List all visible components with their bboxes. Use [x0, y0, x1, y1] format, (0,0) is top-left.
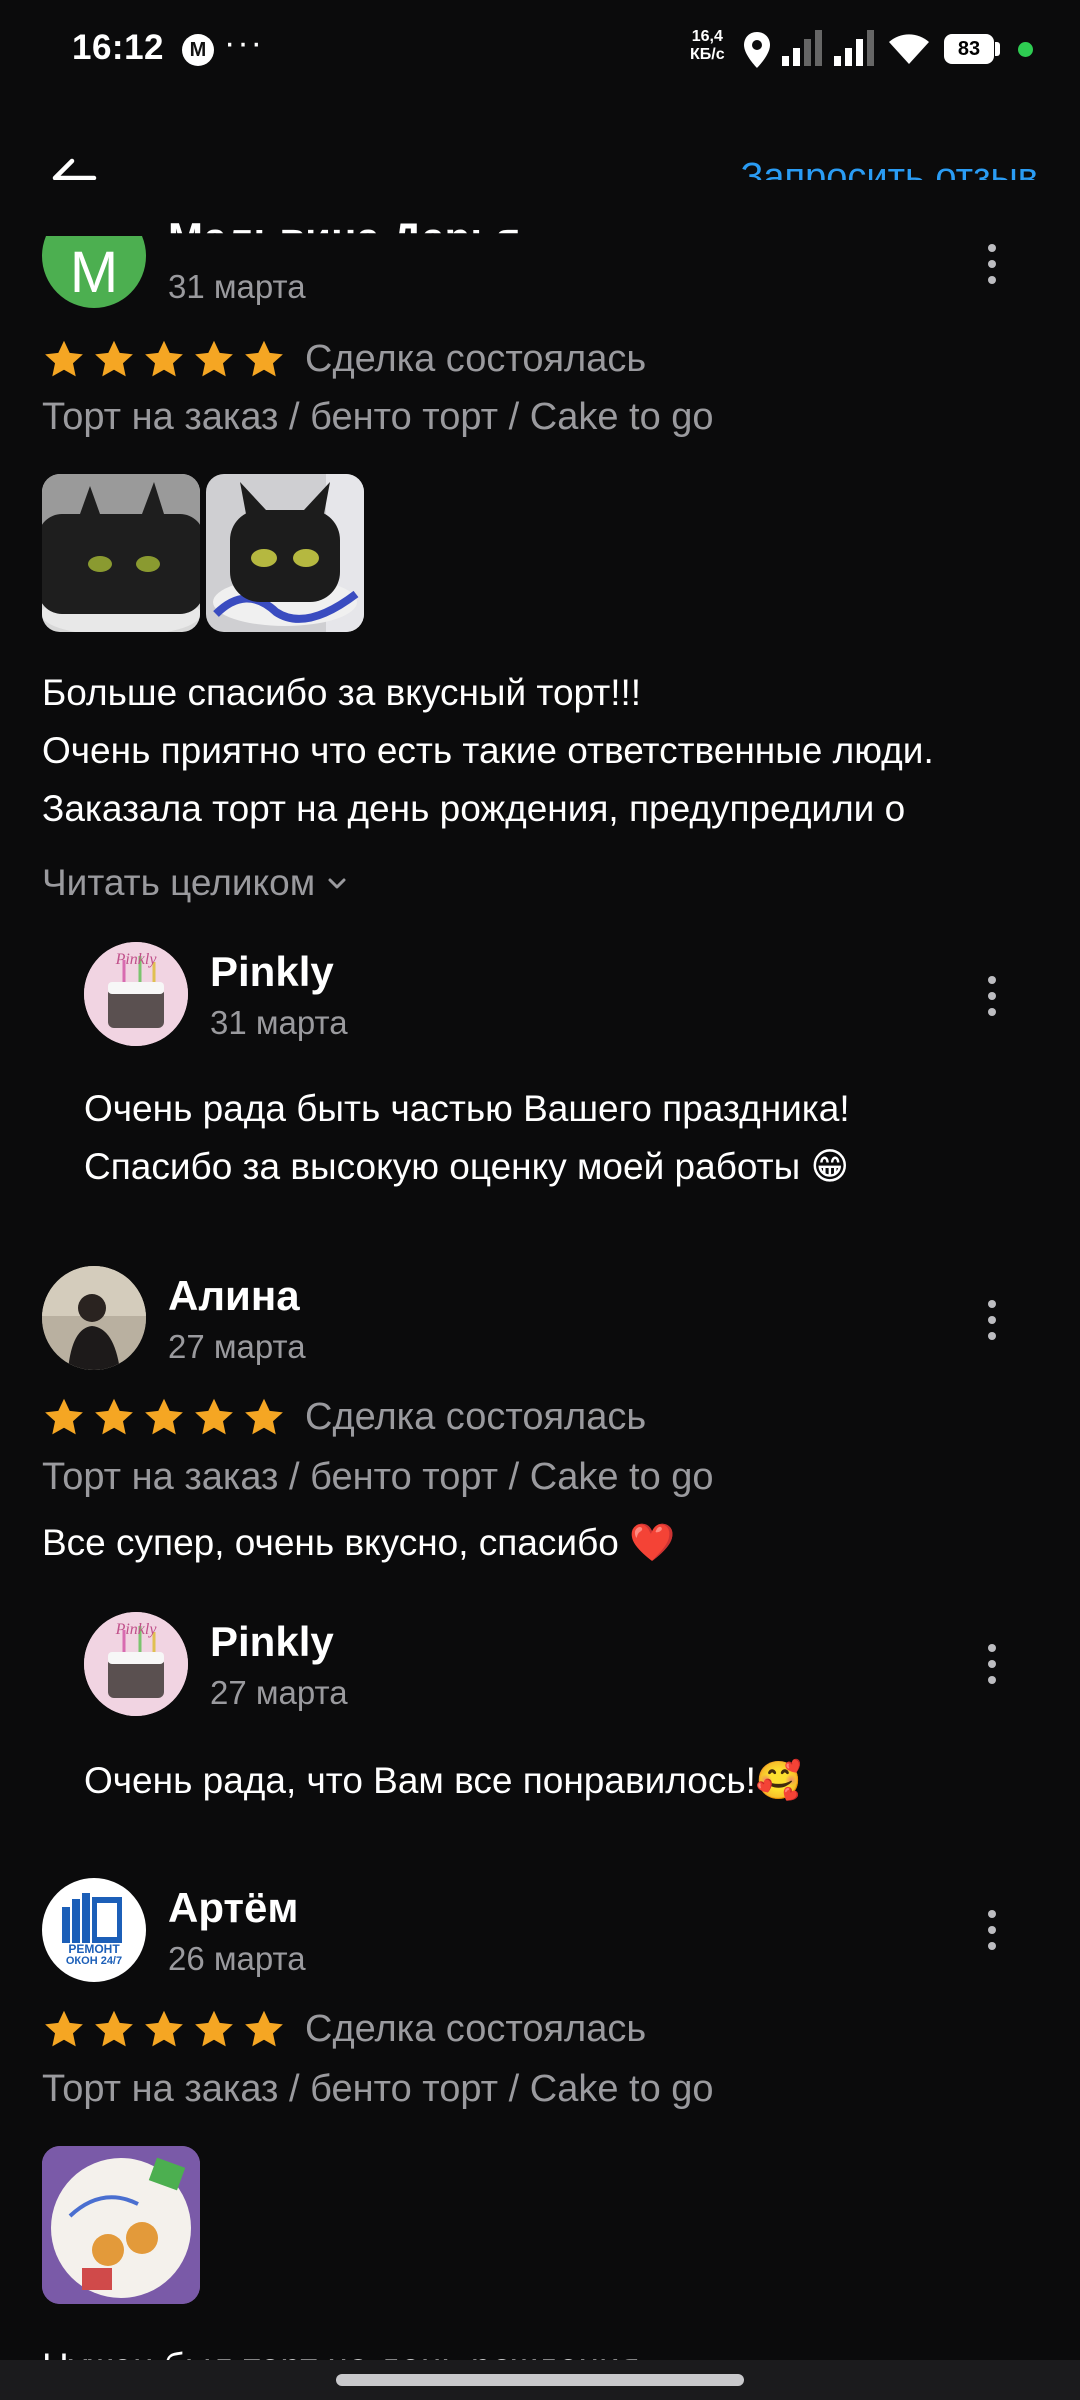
deal-status: Сделка состоялась: [305, 2008, 647, 2050]
reply-date: 27 марта: [210, 1674, 348, 1711]
user-photo-image: [42, 1266, 146, 1370]
product-title[interactable]: Торт на заказ / бенто торт / Cake to go: [42, 1456, 714, 1499]
more-notifications-icon: ···: [224, 24, 264, 62]
deal-status: Сделка состоялась: [305, 338, 647, 380]
star-icon: [145, 1398, 183, 1435]
cake-photo-image: [206, 474, 364, 632]
review-text: Все супер, очень вкусно, спасибо ❤️: [42, 1522, 676, 1563]
star-icon: [95, 1398, 133, 1435]
seller-avatar[interactable]: Pinkly: [84, 1612, 188, 1716]
signal-icon-sim2: [834, 30, 874, 66]
window-logo-icon: [62, 1893, 122, 1943]
product-title[interactable]: Торт на заказ / бенто торт / Cake to go: [42, 2068, 714, 2111]
star-icon: [145, 2010, 183, 2047]
more-vert-icon[interactable]: [972, 1900, 1012, 1960]
read-more-label: Читать целиком: [42, 862, 316, 903]
svg-text:Pinkly: Pinkly: [115, 1621, 158, 1638]
rating-stars: [42, 2008, 292, 2056]
seller-name[interactable]: Pinkly: [210, 948, 334, 996]
privacy-indicator-dot: [1018, 42, 1033, 57]
review-text-line: Заказала торт на день рождения, предупре…: [42, 788, 906, 829]
battery-cap: [995, 42, 1000, 56]
more-vert-icon[interactable]: [972, 1634, 1012, 1694]
battery-icon: 83: [944, 34, 994, 64]
review-photo[interactable]: [42, 2146, 200, 2304]
review-text-line: Больше спасибо за вкусный торт!!!: [42, 672, 642, 713]
wifi-icon: [889, 34, 929, 64]
cake-photo-image: [42, 2146, 200, 2304]
rating-stars: [42, 1396, 292, 1444]
status-time: 16:12: [72, 28, 165, 67]
gesture-handle[interactable]: [336, 2374, 744, 2386]
reply-date: 31 марта: [210, 1004, 348, 1041]
review-date: 27 марта: [168, 1328, 306, 1365]
star-icon: [145, 340, 183, 377]
location-icon: [744, 32, 770, 68]
more-vert-icon[interactable]: [972, 966, 1012, 1026]
carrier-badge: M: [182, 34, 214, 66]
avatar[interactable]: [42, 1266, 146, 1370]
star-icon: [245, 340, 283, 377]
reply-text-line: Спасибо за высокую оценку моей работы 😁: [84, 1146, 850, 1187]
read-more-button[interactable]: Читать целиком: [42, 862, 349, 904]
star-icon: [45, 1398, 83, 1435]
review-date: 31 марта: [168, 268, 306, 305]
avatar[interactable]: РЕМОНТ ОКОН 24/7: [42, 1878, 146, 1982]
star-icon: [45, 340, 83, 377]
star-icon: [95, 340, 133, 377]
network-speed-value: 16,4: [691, 28, 723, 45]
avatar-letter: М: [69, 240, 119, 305]
star-icon: [245, 2010, 283, 2047]
review-text-line: Очень приятно что есть такие ответственн…: [42, 730, 934, 771]
more-vert-icon[interactable]: [972, 234, 1012, 294]
seller-avatar[interactable]: Pinkly: [84, 942, 188, 1046]
review-photo[interactable]: [206, 474, 364, 632]
star-icon: [45, 2010, 83, 2047]
review-author-name[interactable]: Алина: [168, 1272, 300, 1320]
review-photo[interactable]: [42, 474, 200, 632]
review-date: 26 марта: [168, 1940, 306, 1977]
network-speed-unit: КБ/с: [690, 46, 725, 63]
cake-photo-image: [42, 474, 200, 632]
star-icon: [195, 340, 233, 377]
avatar-brand-line2: ОКОН 24/7: [65, 1955, 123, 1967]
star-icon: [195, 1398, 233, 1435]
chevron-down-icon: [328, 878, 346, 889]
signal-icon-sim1: [782, 30, 822, 66]
review-author-name[interactable]: Артём: [168, 1884, 298, 1932]
seller-name[interactable]: Pinkly: [210, 1618, 334, 1666]
star-icon: [95, 2010, 133, 2047]
review-text: Больше спасибо за вкусный торт!!! Очень …: [42, 664, 1042, 838]
more-vert-icon[interactable]: [972, 1290, 1012, 1350]
reply-text-line: Очень рада быть частью Вашего праздника!: [84, 1088, 850, 1129]
review-author-name[interactable]: Мальвина Дарья: [168, 214, 521, 233]
rating-stars: [42, 338, 292, 386]
star-icon: [245, 1398, 283, 1435]
reply-text: Очень рада быть частью Вашего праздника!…: [84, 1080, 1044, 1196]
star-icon: [195, 2010, 233, 2047]
network-speed: 16,4 КБ/с: [690, 28, 725, 64]
deal-status: Сделка состоялась: [305, 1396, 647, 1438]
svg-text:Pinkly: Pinkly: [115, 951, 158, 968]
reply-text: Очень рада, что Вам все понравилось!🥰: [84, 1760, 802, 1801]
product-title[interactable]: Торт на заказ / бенто торт / Cake to go: [42, 396, 714, 439]
seller-logo-image: Pinkly: [84, 1612, 188, 1716]
avatar-brand-line1: РЕМОНТ: [68, 1942, 120, 1956]
seller-logo-image: Pinkly: [84, 942, 188, 1046]
